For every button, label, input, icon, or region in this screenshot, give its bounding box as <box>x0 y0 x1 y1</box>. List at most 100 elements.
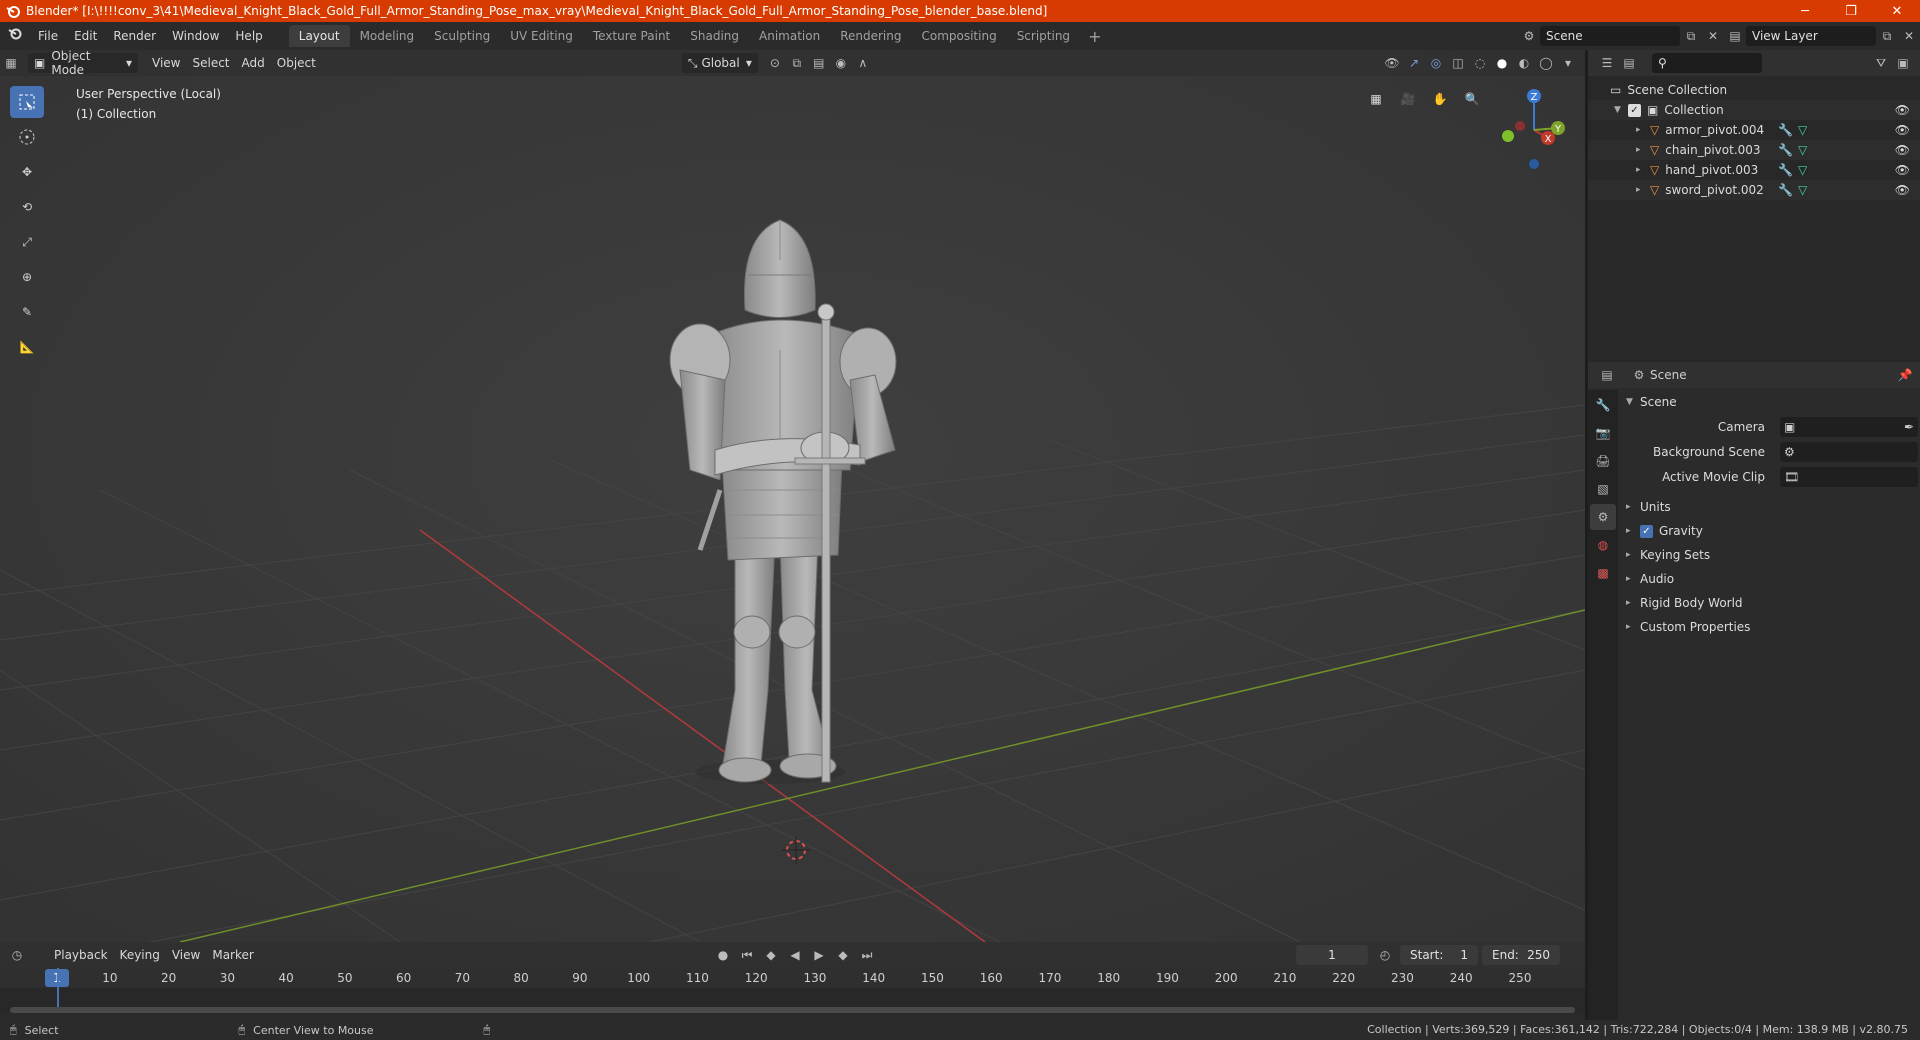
zoom-view-icon[interactable]: 🔍 <box>1459 86 1485 112</box>
outliner-object-row[interactable]: ▸ ▽ armor_pivot.004 🔧 ▽ 👁 <box>1588 120 1920 140</box>
tab-modeling[interactable]: Modeling <box>350 25 425 47</box>
transform-icon[interactable]: ⊕ <box>10 261 44 293</box>
active-movie-clip-field[interactable]: 🎞 <box>1780 466 1918 487</box>
viewport-menu-view[interactable]: View <box>146 53 186 73</box>
current-frame-field[interactable]: 1 <box>1296 945 1368 965</box>
tab-layout[interactable]: Layout <box>288 25 350 47</box>
texture-tab-icon[interactable]: ▩ <box>1590 560 1616 586</box>
mesh-data-icon[interactable]: ▽ <box>1798 123 1807 137</box>
close-button[interactable]: ✕ <box>1874 0 1920 22</box>
tab-animation[interactable]: Animation <box>749 25 830 47</box>
remove-view-layer-icon[interactable]: ✕ <box>1898 26 1920 46</box>
outliner-object-row[interactable]: ▸ ▽ chain_pivot.003 🔧 ▽ 👁 <box>1588 140 1920 160</box>
camera-field[interactable]: ▣ ✒ <box>1780 416 1918 437</box>
jump-end-icon[interactable]: ⏭ <box>856 945 878 965</box>
output-tab-icon[interactable]: 🖨 <box>1590 448 1616 474</box>
tab-texture-paint[interactable]: Texture Paint <box>583 25 680 47</box>
remove-scene-icon[interactable]: ✕ <box>1702 26 1724 46</box>
view-layer-field[interactable]: View Layer <box>1746 26 1876 46</box>
snap-icon[interactable]: ⧉ <box>786 53 808 73</box>
view-layer-icon[interactable]: ▤ <box>1724 26 1746 46</box>
modifier-icon[interactable]: 🔧 <box>1778 123 1793 137</box>
menu-window[interactable]: Window <box>164 25 227 47</box>
add-workspace-icon[interactable]: + <box>1080 27 1109 46</box>
menu-render[interactable]: Render <box>105 25 164 47</box>
collection-row[interactable]: ▼ ✓ ▣ Collection 👁 <box>1588 100 1920 120</box>
outliner-object-row[interactable]: ▸ ▽ hand_pivot.003 🔧 ▽ 👁 <box>1588 160 1920 180</box>
outliner-editor-type-icon[interactable]: ☰ <box>1596 53 1618 73</box>
render-tab-icon[interactable]: 📷 <box>1590 420 1616 446</box>
toggle-perspective-icon[interactable]: ▦ <box>1363 86 1389 112</box>
background-scene-field[interactable]: ⚙ <box>1780 441 1918 462</box>
scene-collection-row[interactable]: ▭ Scene Collection <box>1588 80 1920 100</box>
visibility-eye-icon[interactable]: 👁 <box>1895 163 1910 177</box>
timeline-menu-keying[interactable]: Keying <box>114 945 166 965</box>
visibility-eye-icon[interactable]: 👁 <box>1895 103 1910 117</box>
rotate-icon[interactable]: ⟲ <box>10 191 44 223</box>
tab-rendering[interactable]: Rendering <box>830 25 911 47</box>
timeline-menu-playback[interactable]: Playback <box>48 945 114 965</box>
minimize-button[interactable]: ─ <box>1782 0 1828 22</box>
menu-edit[interactable]: Edit <box>66 25 105 47</box>
tab-scripting[interactable]: Scripting <box>1007 25 1080 47</box>
editor-type-icon[interactable]: ▦ <box>0 53 22 73</box>
scene-selector-icon[interactable]: ⚙ <box>1518 26 1540 46</box>
new-scene-icon[interactable]: ⧉ <box>1680 26 1702 46</box>
scene-tab-icon[interactable]: ⚙ <box>1590 504 1616 530</box>
expand-chevron-icon[interactable]: ▼ <box>1614 105 1628 115</box>
annotate-icon[interactable]: ✎ <box>10 296 44 328</box>
next-keyframe-icon[interactable]: ◆ <box>832 945 854 965</box>
navigation-gizmo[interactable]: Z X Y <box>1490 84 1570 174</box>
tab-uv-editing[interactable]: UV Editing <box>500 25 583 47</box>
overlay-toggle-icon[interactable]: ◎ <box>1425 53 1447 73</box>
xray-toggle-icon[interactable]: ◫ <box>1447 53 1469 73</box>
visibility-eye-icon[interactable]: 👁 <box>1895 123 1910 137</box>
pan-view-icon[interactable]: ✋ <box>1427 86 1453 112</box>
proportional-editing-icon[interactable]: ◉ <box>830 53 852 73</box>
expand-chevron-icon[interactable]: ▸ <box>1636 165 1650 175</box>
pivot-point-icon[interactable]: ⊙ <box>764 53 786 73</box>
measure-icon[interactable]: 📐 <box>10 331 44 363</box>
prev-keyframe-icon[interactable]: ◆ <box>760 945 782 965</box>
outliner-search-input[interactable]: ⚲ <box>1652 53 1762 73</box>
audio-panel[interactable]: ▸ Audio <box>1618 567 1920 591</box>
rigid-body-world-panel[interactable]: ▸ Rigid Body World <box>1618 591 1920 615</box>
record-icon[interactable]: ● <box>712 945 734 965</box>
pin-icon[interactable]: 📌 <box>1894 365 1916 385</box>
new-collection-icon[interactable]: ▣ <box>1892 53 1914 73</box>
keying-sets-panel[interactable]: ▸ Keying Sets <box>1618 543 1920 567</box>
world-tab-icon[interactable]: ◍ <box>1590 532 1616 558</box>
falloff-icon[interactable]: ∧ <box>852 53 874 73</box>
move-icon[interactable]: ✥ <box>10 156 44 188</box>
scale-icon[interactable]: ⤢ <box>10 226 44 258</box>
timeline-menu-marker[interactable]: Marker <box>206 945 259 965</box>
visibility-eye-icon[interactable]: 👁 <box>1895 143 1910 157</box>
orientation-dropdown[interactable]: ⤡ Global ▾ <box>681 53 758 73</box>
blender-menu-icon[interactable] <box>0 25 30 47</box>
cursor-icon[interactable] <box>10 121 44 153</box>
timeline-menu-view[interactable]: View <box>166 945 206 965</box>
properties-editor-type-icon[interactable]: ▤ <box>1596 365 1618 385</box>
end-frame-field[interactable]: End: 250 <box>1482 945 1560 965</box>
viewport-menu-select[interactable]: Select <box>186 53 235 73</box>
outliner-object-row[interactable]: ▸ ▽ sword_pivot.002 🔧 ▽ 👁 <box>1588 180 1920 200</box>
solid-shading-icon[interactable]: ● <box>1491 53 1513 73</box>
tab-shading[interactable]: Shading <box>680 25 749 47</box>
rendered-shading-icon[interactable]: ◯ <box>1535 53 1557 73</box>
camera-view-icon[interactable]: 🎥 <box>1395 86 1421 112</box>
units-panel[interactable]: ▸ Units <box>1618 495 1920 519</box>
material-shading-icon[interactable]: ◐ <box>1513 53 1535 73</box>
timeline-ruler[interactable]: 1102030405060708090100110120130140150160… <box>0 968 1585 988</box>
mode-dropdown[interactable]: ▣ Object Mode ▾ <box>28 50 138 77</box>
visibility-eye-icon[interactable]: 👁 <box>1895 183 1910 197</box>
viewport-menu-add[interactable]: Add <box>236 53 271 73</box>
3d-viewport[interactable]: ▦ ▣ Object Mode ▾ View Select Add Object… <box>0 50 1585 942</box>
scene-panel-header[interactable]: ▼ Scene <box>1618 390 1920 414</box>
scene-field[interactable]: Scene <box>1540 26 1680 46</box>
mesh-data-icon[interactable]: ▽ <box>1798 143 1807 157</box>
tool-tab-icon[interactable]: 🔧 <box>1590 392 1616 418</box>
eyedropper-icon[interactable]: ✒ <box>1904 420 1914 434</box>
gravity-panel[interactable]: ▸ ✓ Gravity <box>1618 519 1920 543</box>
wireframe-shading-icon[interactable]: ◌ <box>1469 53 1491 73</box>
view-layer-tab-icon[interactable]: ▧ <box>1590 476 1616 502</box>
